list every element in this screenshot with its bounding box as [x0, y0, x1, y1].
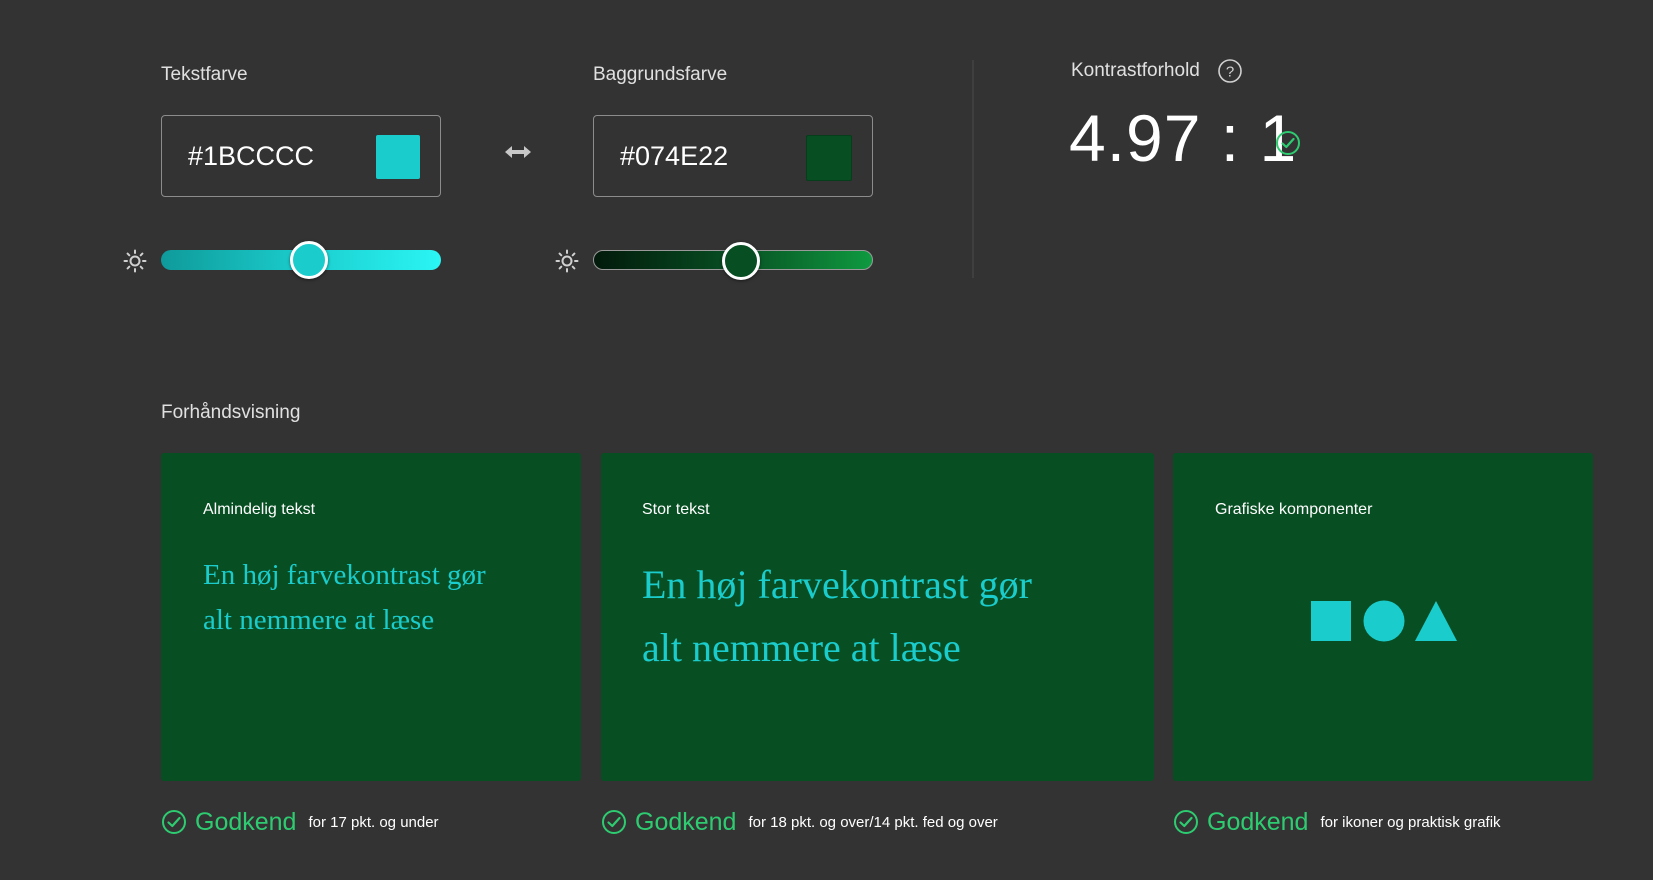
- sample-line: En høj farvekontrast gør: [203, 559, 486, 591]
- svg-text:?: ?: [1226, 64, 1234, 81]
- result-graphics: Godkend for ikoner og praktisk grafik: [1173, 807, 1501, 837]
- triangle-icon: [1415, 601, 1457, 641]
- background-brightness-slider-thumb[interactable]: [722, 242, 761, 280]
- background-color-swatch[interactable]: [806, 135, 852, 181]
- circle-icon: [1363, 600, 1405, 642]
- background-color-field[interactable]: [593, 115, 873, 197]
- section-divider: [972, 60, 974, 278]
- check-circle-icon: [1174, 810, 1198, 834]
- sample-line: En høj farvekontrast gør: [642, 562, 1032, 607]
- text-color-swatch[interactable]: [376, 135, 420, 179]
- text-color-field[interactable]: [161, 115, 441, 197]
- background-color-label: Baggrundsfarve: [593, 64, 728, 85]
- pass-description: for ikoner og praktisk grafik: [1320, 813, 1501, 831]
- contrast-ratio-label: Kontrastforhold: [1071, 60, 1200, 81]
- background-color-input[interactable]: [620, 138, 800, 174]
- preview-heading: Forhåndsvisning: [161, 402, 301, 423]
- preview-card-large-text: Stor tekst En høj farvekontrast gør alt …: [601, 453, 1154, 781]
- text-color-label: Tekstfarve: [161, 64, 248, 85]
- square-icon: [1311, 601, 1351, 641]
- sample-line: alt nemmere at læse: [203, 604, 435, 636]
- card-title: Stor tekst: [642, 501, 710, 518]
- card-title: Almindelig tekst: [203, 501, 316, 518]
- help-icon[interactable]: ?: [1217, 58, 1243, 84]
- swap-arrows-icon[interactable]: [503, 142, 533, 162]
- pass-description: for 18 pkt. og over/14 pkt. fed og over: [748, 813, 998, 831]
- check-circle-icon: [1276, 131, 1300, 155]
- text-brightness-slider[interactable]: [161, 241, 441, 279]
- brightness-icon: [123, 249, 147, 273]
- text-color-input[interactable]: [188, 138, 368, 174]
- text-brightness-slider-thumb[interactable]: [290, 241, 329, 279]
- preview-card-graphics: Grafiske komponenter: [1173, 453, 1593, 781]
- pass-label: Godkend: [195, 807, 297, 836]
- pass-label: Godkend: [1207, 807, 1309, 836]
- graphic-shapes: [1311, 600, 1457, 642]
- contrast-ratio-value: 4.97 : 1: [1069, 101, 1298, 175]
- check-circle-icon: [602, 810, 626, 834]
- sample-text-normal: En høj farvekontrast gør alt nemmere at …: [203, 553, 486, 643]
- result-normal-text: Godkend for 17 pkt. og under: [161, 807, 439, 837]
- preview-card-normal-text: Almindelig tekst En høj farvekontrast gø…: [161, 453, 581, 781]
- contrast-checker-page: { "colors": { "page_bg": "#333333", "tex…: [0, 0, 1653, 880]
- check-circle-icon: [162, 810, 186, 834]
- pass-description: for 17 pkt. og under: [308, 813, 439, 831]
- sample-line: alt nemmere at læse: [642, 625, 961, 670]
- brightness-icon: [555, 249, 579, 273]
- sample-text-large: En høj farvekontrast gør alt nemmere at …: [642, 553, 1032, 679]
- pass-label: Godkend: [635, 807, 737, 836]
- background-brightness-slider[interactable]: [593, 242, 873, 280]
- result-large-text: Godkend for 18 pkt. og over/14 pkt. fed …: [601, 807, 998, 837]
- card-title: Grafiske komponenter: [1215, 501, 1373, 518]
